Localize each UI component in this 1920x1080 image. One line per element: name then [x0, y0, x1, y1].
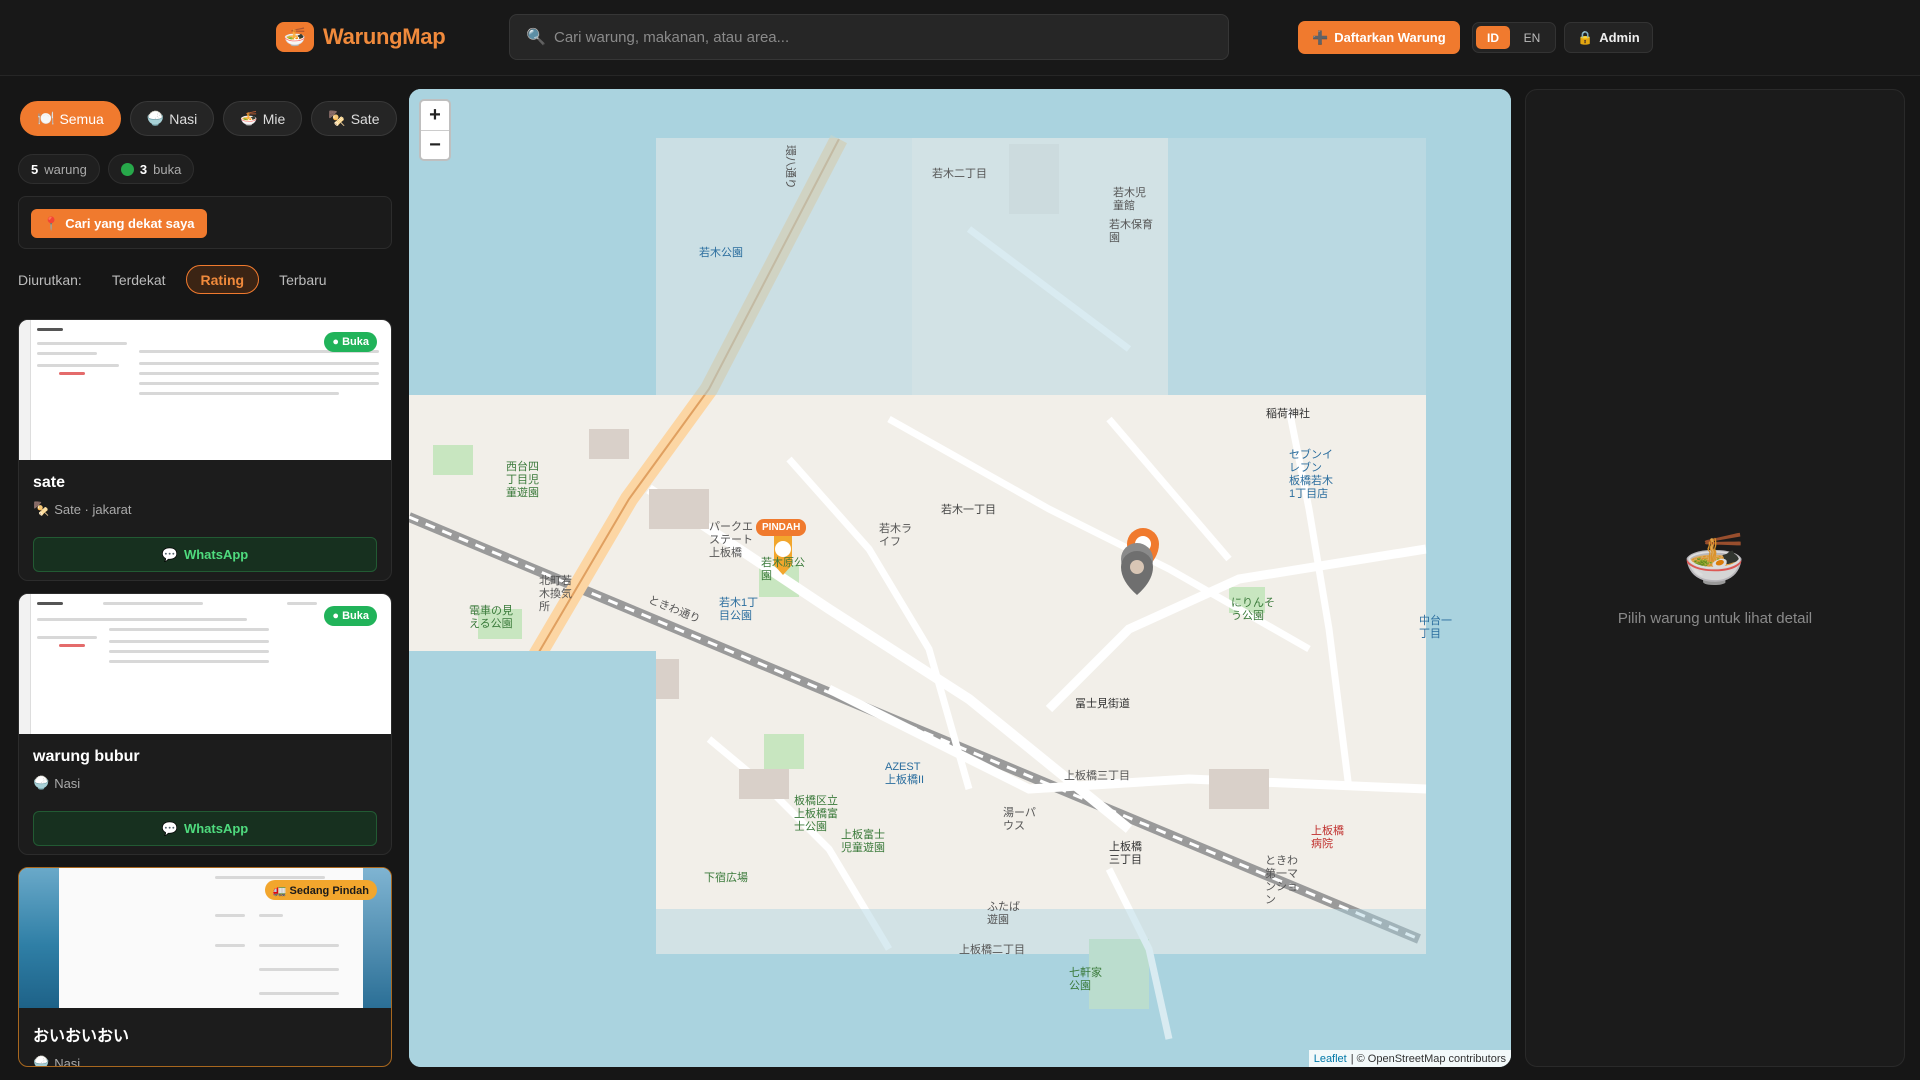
- lang-en-button[interactable]: EN: [1514, 26, 1550, 49]
- filter-label: Nasi: [169, 110, 198, 127]
- language-toggle: ID EN: [1472, 22, 1556, 53]
- rice-icon: 🍚: [33, 775, 50, 790]
- plate-icon: 🍽️: [37, 110, 55, 126]
- map[interactable]: 若木二丁目 若木一丁目 若木児童館 若木保育園 若木公園 稲荷神社 セブンイレブ…: [409, 89, 1511, 1067]
- logo-text: WarungMap: [323, 24, 446, 49]
- whatsapp-button[interactable]: 💬 WhatsApp: [33, 537, 377, 572]
- filter-sate[interactable]: 🍢 Sate: [311, 101, 397, 136]
- warung-name: おいおいおい: [33, 1028, 130, 1045]
- admin-button[interactable]: 🔒 Admin: [1564, 22, 1653, 53]
- warung-category: 🍚 Nasi: [33, 775, 81, 791]
- total-label: warung: [44, 161, 87, 177]
- filter-label: Sate: [350, 110, 380, 127]
- zoom-out-button[interactable]: −: [421, 130, 449, 159]
- filter-label: Semua: [59, 110, 104, 127]
- top-bar: 🍜 WarungMap 🔍 ➕ Daftarkan Warung ID EN 🔒…: [0, 0, 1920, 76]
- warung-photo: 🚛 Sedang Pindah: [19, 868, 391, 1008]
- category-filters: 🍽️ Semua 🍚 Nasi 🍜 Mie 🍢 Sate: [20, 101, 397, 136]
- sort-terbaru[interactable]: Terbaru: [265, 265, 340, 294]
- logo[interactable]: 🍜 WarungMap: [276, 22, 446, 52]
- pin-icon: 📍: [43, 215, 60, 231]
- sort-rating[interactable]: Rating: [185, 265, 260, 294]
- find-nearby-button[interactable]: 📍 Cari yang dekat saya: [31, 209, 207, 238]
- noodle-bowl-icon: 🍜: [1683, 531, 1746, 587]
- osm-attribution: | © OpenStreetMap contributors: [1350, 1052, 1506, 1065]
- whatsapp-button[interactable]: 💬 WhatsApp: [33, 811, 377, 846]
- stats-row: 5 warung 3 buka: [18, 154, 195, 184]
- warung-card[interactable]: ● Buka sate 🍢 Sate · jakarat 💬 WhatsApp: [18, 319, 392, 581]
- filter-label: Mie: [262, 110, 286, 127]
- map-tiles: [409, 89, 1511, 1067]
- sidebar: 🍽️ Semua 🍚 Nasi 🍜 Mie 🍢 Sate 5 warung 3 …: [0, 77, 410, 1080]
- open-warung-stat: 3 buka: [107, 154, 195, 184]
- zoom-control: + −: [419, 99, 451, 161]
- warung-name: warung bubur: [33, 748, 140, 765]
- warung-name: sate: [33, 474, 66, 491]
- sort-label: Diurutkan:: [18, 271, 82, 288]
- filter-semua[interactable]: 🍽️ Semua: [20, 101, 121, 136]
- warung-photo: ● Buka: [19, 594, 391, 734]
- detail-panel: 🍜 Pilih warung untuk lihat detail: [1525, 89, 1905, 1067]
- filter-mie[interactable]: 🍜 Mie: [223, 101, 303, 136]
- empty-detail-hint: Pilih warung untuk lihat detail: [1617, 610, 1813, 627]
- total-warung-stat: 5 warung: [18, 154, 100, 184]
- sort-terdekat[interactable]: Terdekat: [98, 265, 180, 294]
- noodle-icon: 🍜: [240, 110, 258, 126]
- warung-category: 🍢 Sate · jakarat: [33, 501, 132, 517]
- chat-icon: 💬: [161, 820, 178, 836]
- open-badge: ● Buka: [324, 332, 377, 352]
- open-count: 3: [139, 161, 148, 177]
- admin-label: Admin: [1599, 30, 1640, 45]
- register-warung-label: Daftarkan Warung: [1334, 30, 1446, 45]
- leaflet-link[interactable]: Leaflet: [1314, 1053, 1347, 1065]
- skewer-icon: 🍢: [328, 110, 346, 126]
- zoom-in-button[interactable]: +: [421, 101, 449, 130]
- find-nearby-label: Cari yang dekat saya: [65, 216, 195, 231]
- sort-bar: Diurutkan: Terdekat Rating Terbaru: [18, 265, 341, 294]
- lang-id-button[interactable]: ID: [1476, 26, 1510, 49]
- search-bar[interactable]: 🔍: [509, 14, 1229, 60]
- nearby-box: 📍 Cari yang dekat saya: [18, 196, 392, 249]
- search-input[interactable]: [554, 15, 1228, 59]
- warung-card[interactable]: 🚛 Sedang Pindah おいおいおい 🍚 Nasi: [18, 867, 392, 1067]
- rice-icon: 🍚: [33, 1055, 50, 1067]
- lock-icon: 🔒: [1577, 29, 1594, 45]
- rice-icon: 🍚: [146, 110, 165, 126]
- warung-category: 🍚 Nasi: [33, 1055, 377, 1067]
- noodle-logo-icon: 🍜: [276, 22, 314, 52]
- map-attribution: Leaflet | © OpenStreetMap contributors: [1308, 1050, 1511, 1067]
- moving-badge: 🚛 Sedang Pindah: [264, 880, 377, 900]
- skewer-icon: 🍢: [33, 501, 50, 516]
- filter-nasi[interactable]: 🍚 Nasi: [129, 101, 215, 136]
- plus-icon: ➕: [1312, 29, 1329, 45]
- open-badge: ● Buka: [324, 606, 377, 626]
- search-icon: 🔍: [526, 29, 546, 46]
- moving-marker-label[interactable]: PINDAH: [756, 519, 807, 536]
- chat-icon: 💬: [161, 546, 178, 562]
- warung-card[interactable]: ● Buka warung bubur 🍚 Nasi 💬 WhatsApp: [18, 593, 392, 855]
- open-dot-icon: [120, 162, 134, 176]
- register-warung-button[interactable]: ➕ Daftarkan Warung: [1298, 21, 1460, 54]
- total-count: 5: [31, 161, 39, 177]
- open-label: buka: [153, 161, 182, 177]
- warung-photo: ● Buka: [19, 320, 391, 460]
